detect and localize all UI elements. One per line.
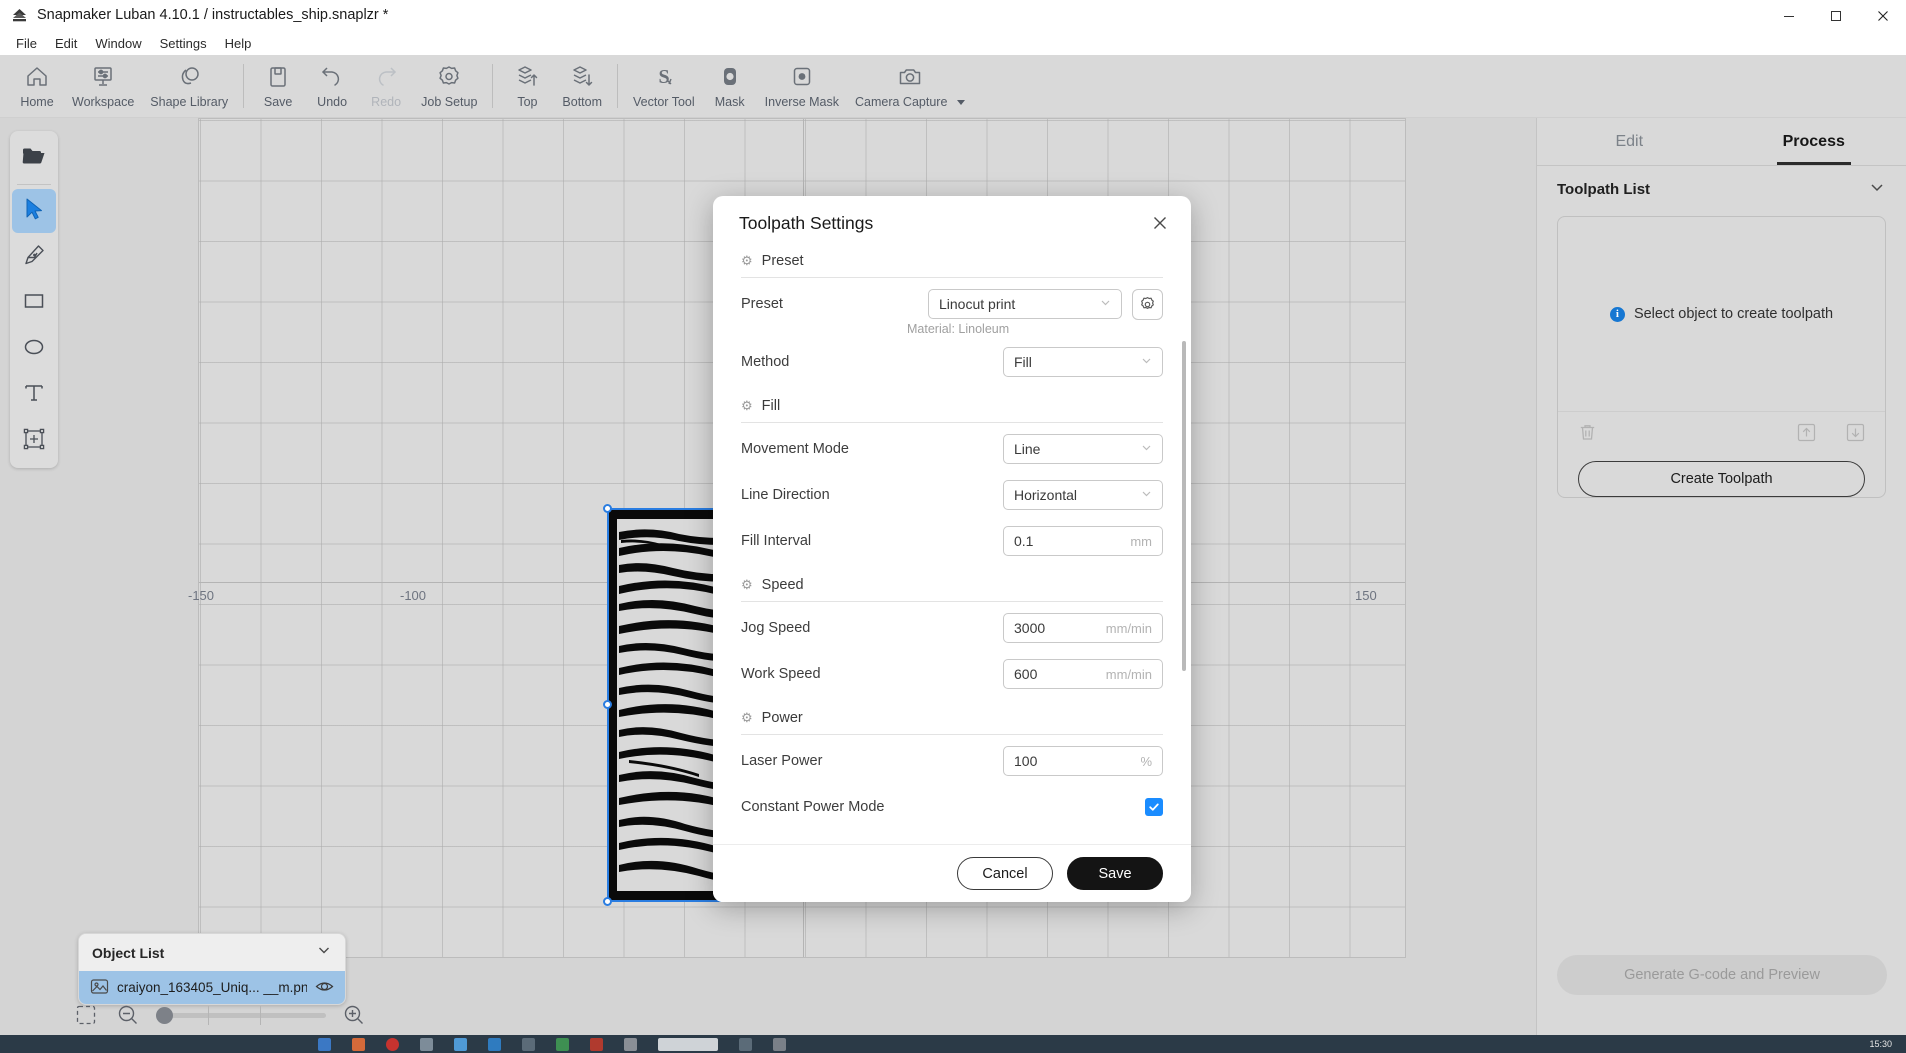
field-row-preset: Preset Linocut print — [741, 284, 1163, 324]
taskbar-icon-app6[interactable] — [488, 1037, 501, 1051]
taskbar-icon-app10[interactable] — [624, 1037, 637, 1051]
check-icon — [1149, 803, 1159, 811]
movement-mode-select[interactable]: Line — [1003, 434, 1163, 464]
taskbar-icons — [318, 1037, 786, 1051]
section-title-fill: Fill — [761, 398, 781, 414]
work-speed-unit: mm/min — [1105, 666, 1152, 682]
method-select[interactable]: Fill — [1003, 347, 1163, 377]
section-header-preset: ⚙ Preset — [741, 251, 1163, 277]
laser-power-input[interactable]: 100 % — [1003, 746, 1163, 776]
field-label-constant-power-mode: Constant Power Mode — [741, 799, 885, 815]
taskbar-icon-app4[interactable] — [420, 1037, 433, 1051]
field-label-method: Method — [741, 354, 790, 370]
windows-taskbar: 15:30 — [0, 1035, 1906, 1053]
line-direction-select[interactable]: Horizontal — [1003, 480, 1163, 510]
fill-interval-unit: mm — [1130, 533, 1152, 549]
field-row-fill-interval: Fill Interval 0.1 mm — [741, 521, 1163, 561]
field-row-laser-power: Laser Power 100 % — [741, 741, 1163, 781]
field-label-fill-interval: Fill Interval — [741, 533, 812, 549]
constant-power-mode-checkbox[interactable] — [1145, 798, 1163, 816]
taskbar-icon-app1[interactable] — [318, 1037, 331, 1051]
chevron-down-icon — [1141, 442, 1152, 456]
save-button[interactable]: Save — [1067, 857, 1163, 890]
preset-select-value: Linocut print — [939, 296, 1016, 312]
section-divider — [741, 277, 1163, 278]
preset-select[interactable]: Linocut print — [928, 289, 1122, 319]
gear-icon: ⚙ — [741, 577, 753, 592]
section-header-power: ⚙ Power — [741, 694, 1163, 734]
toolpath-settings-dialog: Toolpath Settings ⚙ Preset Preset Linocu… — [713, 196, 1191, 902]
gear-icon: ⚙ — [741, 843, 753, 844]
taskbar-icon-active-window[interactable] — [658, 1037, 718, 1051]
section-header-speed: ⚙ Speed — [741, 561, 1163, 601]
taskbar-icon-app8[interactable] — [556, 1037, 569, 1051]
fill-interval-input[interactable]: 0.1 mm — [1003, 526, 1163, 556]
field-label-jog-speed: Jog Speed — [741, 620, 811, 636]
section-title-speed: Speed — [761, 577, 804, 593]
section-title-power: Power — [761, 710, 803, 726]
section-header-fill: ⚙ Fill — [741, 382, 1163, 422]
field-row-work-speed: Work Speed 600 mm/min — [741, 654, 1163, 694]
field-label-preset: Preset — [741, 296, 783, 312]
taskbar-icon-app9[interactable] — [590, 1037, 603, 1051]
field-label-work-speed: Work Speed — [741, 666, 821, 682]
field-row-method: Method Fill — [741, 342, 1163, 382]
field-row-movement-mode: Movement Mode Line — [741, 429, 1163, 469]
section-divider — [741, 734, 1163, 735]
method-select-value: Fill — [1014, 354, 1032, 370]
jog-speed-value: 3000 — [1014, 620, 1046, 636]
section-divider — [741, 422, 1163, 423]
chevron-down-icon — [1100, 297, 1111, 311]
laser-power-value: 100 — [1014, 753, 1038, 769]
taskbar-icon-app2[interactable] — [352, 1037, 365, 1051]
cancel-button[interactable]: Cancel — [957, 857, 1053, 890]
dialog-header: Toolpath Settings — [713, 196, 1191, 251]
dialog-body[interactable]: ⚙ Preset Preset Linocut print Material: … — [713, 251, 1191, 844]
work-speed-value: 600 — [1014, 666, 1038, 682]
work-speed-input[interactable]: 600 mm/min — [1003, 659, 1163, 689]
section-title-optimization: Optimization — [762, 843, 843, 844]
section-divider — [741, 601, 1163, 602]
gear-icon: ⚙ — [741, 710, 753, 725]
movement-mode-value: Line — [1014, 441, 1041, 457]
laser-power-unit: % — [1140, 753, 1152, 769]
dialog-title: Toolpath Settings — [739, 213, 874, 233]
fill-interval-value: 0.1 — [1014, 533, 1034, 549]
gear-icon: ⚙ — [741, 253, 753, 268]
field-control-preset: Linocut print — [928, 288, 1163, 320]
chevron-down-icon — [1141, 488, 1152, 502]
gear-icon: ⚙ — [741, 398, 753, 413]
close-icon[interactable] — [1147, 210, 1173, 236]
field-row-jog-speed: Jog Speed 3000 mm/min — [741, 608, 1163, 648]
taskbar-icon-app3[interactable] — [386, 1037, 399, 1051]
jog-speed-unit: mm/min — [1105, 620, 1152, 636]
dialog-scrollbar[interactable] — [1182, 341, 1186, 671]
section-title-preset: Preset — [761, 253, 804, 269]
field-label-movement-mode: Movement Mode — [741, 441, 849, 457]
taskbar-icon-app7[interactable] — [522, 1037, 535, 1051]
dialog-footer: Cancel Save — [713, 844, 1191, 902]
taskbar-clock[interactable]: 15:30 — [1869, 1039, 1892, 1049]
field-row-line-direction: Line Direction Horizontal — [741, 475, 1163, 515]
preset-settings-button[interactable] — [1132, 288, 1163, 320]
taskbar-icon-app5[interactable] — [454, 1037, 467, 1051]
field-row-constant-power-mode: Constant Power Mode — [741, 787, 1163, 827]
preset-material-note: Material: Linoleum — [907, 322, 1010, 336]
line-direction-value: Horizontal — [1014, 487, 1078, 503]
field-label-line-direction: Line Direction — [741, 487, 830, 503]
chevron-down-icon — [1141, 355, 1152, 369]
jog-speed-input[interactable]: 3000 mm/min — [1003, 613, 1163, 643]
taskbar-icon-app12[interactable] — [773, 1037, 786, 1051]
field-label-laser-power: Laser Power — [741, 753, 823, 769]
taskbar-icon-app11[interactable] — [739, 1037, 752, 1051]
section-header-optimization: ⚙ Optimization — [741, 827, 1163, 844]
